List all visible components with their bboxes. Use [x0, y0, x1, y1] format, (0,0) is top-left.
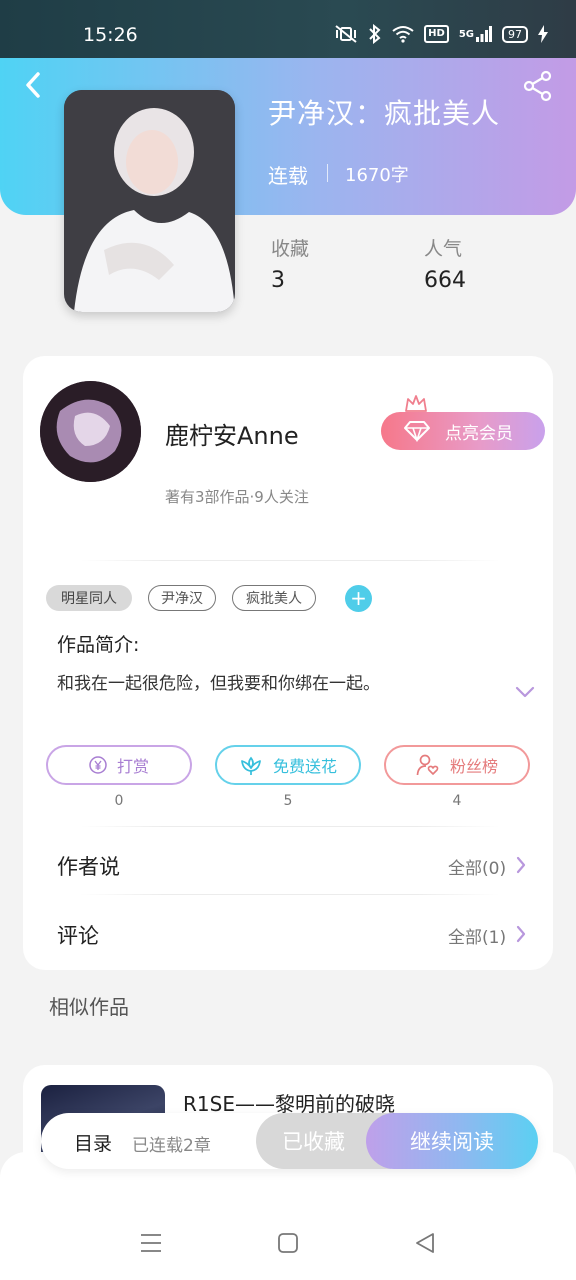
avatar-image [40, 381, 141, 482]
share-icon [523, 70, 552, 102]
intro-text: 和我在一起很危险，但我要和你绑在一起。 [57, 674, 380, 694]
author-notes-label: 作者说 [57, 855, 120, 879]
continue-reading-label: 继续阅读 [410, 1130, 494, 1154]
divider [80, 894, 500, 895]
cover-image [64, 90, 235, 312]
expand-button[interactable] [514, 684, 536, 698]
author-notes-all-link[interactable]: 全部(0) [448, 854, 506, 879]
fan-ranking-label: 粉丝榜 [449, 757, 498, 776]
author-avatar[interactable] [40, 381, 141, 482]
book-cover[interactable] [64, 90, 235, 312]
word-count: 1670字 [345, 165, 409, 186]
chevron-right-icon[interactable] [516, 925, 526, 943]
chevron-down-icon [515, 686, 535, 698]
collected-label: 已收藏 [282, 1130, 345, 1154]
bluetooth-icon [368, 24, 382, 44]
author-name[interactable]: 鹿柠安Anne [165, 416, 299, 451]
fan-count: 4 [452, 793, 462, 809]
wifi-icon [392, 25, 414, 43]
coin-icon [89, 756, 107, 774]
vip-button[interactable]: 点亮会员 [381, 412, 545, 450]
popularity-stat-label: 人气 [424, 238, 463, 260]
add-tag-button[interactable]: + [345, 585, 372, 612]
send-flower-label: 免费送花 [272, 757, 337, 776]
flower-count: 5 [283, 793, 293, 809]
collect-stat-label: 收藏 [271, 238, 310, 260]
intro-label: 作品简介: [57, 634, 140, 656]
divider [80, 560, 500, 561]
tag-item[interactable]: 疯批美人 [232, 585, 316, 611]
divider [80, 826, 500, 827]
toc-button[interactable]: 目录 [74, 1129, 112, 1156]
user-heart-icon [416, 754, 439, 776]
reward-label: 打赏 [116, 757, 149, 776]
vip-button-label: 点亮会员 [445, 423, 513, 444]
back-arrow-icon [26, 72, 40, 98]
flower-icon [241, 756, 261, 775]
menu-nav-icon[interactable] [140, 1232, 162, 1254]
status-bar: 15:26 HD 5G 97 [0, 0, 576, 58]
signal-icon: 5G [459, 26, 492, 42]
diamond-icon [404, 421, 430, 442]
hd-badge: HD [424, 25, 449, 43]
book-title: 尹净汉：疯批美人 [268, 97, 501, 130]
share-button[interactable] [522, 70, 554, 102]
comments-label: 评论 [57, 924, 99, 948]
status-time: 15:26 [83, 24, 138, 46]
status-icons: HD 5G 97 [334, 24, 548, 44]
fan-ranking-button[interactable]: 粉丝榜 [384, 745, 530, 785]
status-divider [327, 164, 328, 182]
charging-icon [538, 25, 548, 43]
battery-indicator: 97 [502, 25, 528, 43]
author-info: 著有3部作品·9人关注 [165, 488, 309, 506]
vibrate-mute-icon [334, 25, 358, 43]
collect-stat-value: 3 [271, 268, 285, 293]
bottom-sheet [0, 1152, 576, 1280]
continue-reading-button[interactable]: 继续阅读 [366, 1113, 538, 1169]
chapter-count: 已连载2章 [132, 1136, 211, 1156]
similar-works-label: 相似作品 [49, 995, 129, 1019]
home-nav-icon[interactable] [277, 1232, 299, 1254]
popularity-stat-value: 664 [424, 268, 466, 293]
reward-button[interactable]: 打赏 [46, 745, 192, 785]
chevron-right-icon[interactable] [516, 856, 526, 874]
send-flower-button[interactable]: 免费送花 [215, 745, 361, 785]
book-status: 连载 [268, 164, 308, 188]
back-button[interactable] [22, 70, 46, 100]
tag-item[interactable]: 明星同人 [46, 585, 132, 611]
back-nav-icon[interactable] [414, 1232, 436, 1254]
reward-count: 0 [114, 793, 124, 809]
tag-item[interactable]: 尹净汉 [148, 585, 216, 611]
network-label: 5G [458, 28, 474, 40]
comments-all-link[interactable]: 全部(1) [448, 923, 506, 948]
